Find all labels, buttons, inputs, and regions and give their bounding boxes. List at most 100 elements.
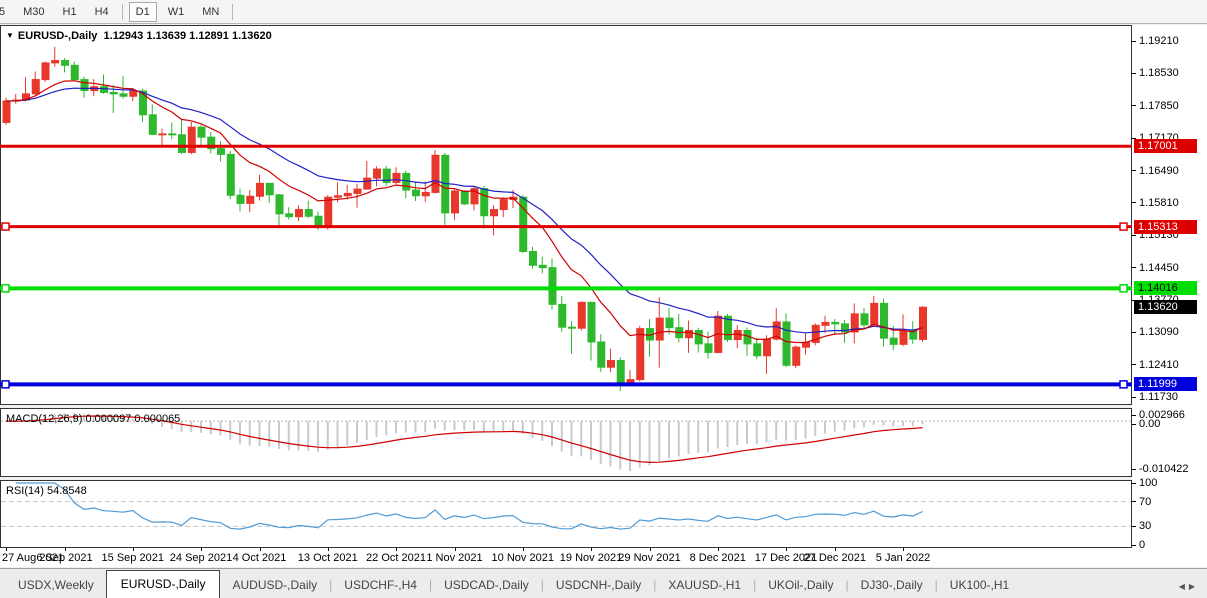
date-label: 1 Nov 2021 xyxy=(426,552,483,564)
date-label: 19 Nov 2021 xyxy=(559,552,623,564)
timeframe-button-w1[interactable]: W1 xyxy=(161,2,192,22)
price-axis-label: 1.19210 xyxy=(1139,35,1179,47)
hline-handle[interactable] xyxy=(1,222,10,231)
axis-tick xyxy=(1132,331,1136,333)
tab-usdcnh-daily[interactable]: USDCNH-,Daily xyxy=(544,573,653,598)
tab-ukoil-daily[interactable]: UKOil-,Daily xyxy=(756,573,845,598)
tab-usdchf-h4[interactable]: USDCHF-,H4 xyxy=(332,573,429,598)
axis-tick xyxy=(1132,468,1136,470)
chart-tab-bar: USDX,Weekly EURUSD-,Daily AUDUSD-,Daily | US… xyxy=(0,568,1207,598)
date-tick xyxy=(132,548,134,551)
timeframe-button-m30[interactable]: M30 xyxy=(16,2,51,22)
date-tick xyxy=(903,548,904,551)
price-axis-label: 1.18530 xyxy=(1139,67,1179,80)
tab-eurusd-daily[interactable]: EURUSD-,Daily xyxy=(105,570,221,598)
tab-scroll-arrows: ◀▶ xyxy=(1179,582,1199,591)
price-axis[interactable]: 1.19210 1.18530 1.17850 1.17170 1.16490 1.158… xyxy=(1132,25,1207,551)
price-axis-label: 1.12410 xyxy=(1139,358,1179,371)
timeframe-button-d1[interactable]: D1 xyxy=(128,1,157,22)
axis-tick xyxy=(1132,414,1136,416)
timeframe-button-h4[interactable]: H4 xyxy=(88,2,116,22)
date-label: 24 Sep 2021 xyxy=(169,552,233,564)
timeframe-button-h1[interactable]: H1 xyxy=(56,2,84,22)
rsi-canvas[interactable] xyxy=(0,480,1132,548)
price-axis-label: 1.17850 xyxy=(1139,99,1179,112)
date-tick xyxy=(64,548,66,551)
macd-axis-label: 0.00 xyxy=(1139,418,1161,430)
date-label: 8 Dec 2021 xyxy=(689,552,746,564)
hline-handle[interactable] xyxy=(1119,284,1128,293)
hline-handle[interactable] xyxy=(1,284,10,293)
tab-audusd-daily[interactable]: AUDUSD-,Daily xyxy=(220,573,329,598)
date-tick xyxy=(717,548,719,551)
hline-handle[interactable] xyxy=(1119,380,1128,389)
date-label: 4 Oct 2021 xyxy=(232,552,287,564)
price-axis-label: 1.13090 xyxy=(1139,326,1179,339)
price-badge: 1.11999 xyxy=(1134,377,1197,392)
axis-tick xyxy=(1132,501,1136,503)
timeframe-button-5[interactable]: 5 xyxy=(0,2,12,22)
rsi-line xyxy=(15,482,923,530)
date-tick xyxy=(591,548,592,551)
price-axis-label: 1.14450 xyxy=(1139,261,1179,274)
timeframe-button-mn[interactable]: MN xyxy=(195,2,226,22)
rsi-name: RSI(14) xyxy=(6,485,44,497)
date-label: 22 Oct 2021 xyxy=(366,552,426,564)
rsi-label: RSI(14) 54.8548 xyxy=(6,485,87,497)
date-tick xyxy=(649,548,651,551)
tab-scroll-left-icon[interactable]: ◀ xyxy=(1179,582,1189,591)
rsi-axis-label: 70 xyxy=(1139,495,1152,508)
tab-dj30-daily[interactable]: DJ30-,Daily xyxy=(849,573,935,598)
date-tick xyxy=(786,548,787,551)
axis-tick xyxy=(1132,105,1136,107)
date-tick xyxy=(834,548,836,551)
chart-title: ▼ EURUSD-,Daily 1.12943 1.13639 1.12891 1… xyxy=(6,30,272,42)
macd-label: MACD(12,26,9) 0.000097 0.000065 xyxy=(6,413,180,425)
axis-tick xyxy=(1132,72,1136,74)
price-badge: 1.15313 xyxy=(1134,219,1197,234)
tab-usdcad-daily[interactable]: USDCAD-,Daily xyxy=(432,573,541,598)
date-tick xyxy=(259,548,261,551)
price-axis-label: 1.16490 xyxy=(1139,164,1179,177)
candles xyxy=(2,46,927,391)
date-label: 5 Jan 2022 xyxy=(875,552,931,564)
date-label: 13 Oct 2021 xyxy=(297,552,358,564)
macd-panel[interactable]: MACD(12,26,9) 0.000097 0.000065 xyxy=(0,408,1132,477)
axis-tick xyxy=(1132,482,1136,484)
date-tick xyxy=(396,548,397,551)
rsi-panel[interactable]: RSI(14) 54.8548 xyxy=(0,480,1132,548)
date-axis[interactable]: 27 Aug 2021 6 Sep 2021 15 Sep 2021 24 Sep 2… xyxy=(0,548,1207,567)
toolbar-separator xyxy=(232,3,234,20)
tab-xauusd-h1[interactable]: XAUUSD-,H1 xyxy=(656,573,753,598)
rsi-value: 54.8548 xyxy=(46,485,87,497)
axis-tick xyxy=(1132,170,1136,172)
chart-ohlc-values: 1.12943 1.13639 1.12891 1.13620 xyxy=(103,30,272,42)
tab-usdx-weekly[interactable]: USDX,Weekly xyxy=(6,573,106,598)
date-tick xyxy=(6,548,7,551)
date-tick xyxy=(454,548,456,551)
price-axis-label: 1.11730 xyxy=(1139,391,1178,404)
macd-name: MACD(12,26,9) xyxy=(6,413,83,425)
main-chart-panel[interactable]: ▼ EURUSD-,Daily 1.12943 1.13639 1.12891 1… xyxy=(0,25,1132,405)
chart-symbol-label: EURUSD-,Daily xyxy=(17,30,98,42)
tab-scroll-right-icon[interactable]: ▶ xyxy=(1189,582,1199,591)
macd-values: 0.000097 0.000065 xyxy=(85,413,181,425)
axis-tick xyxy=(1132,202,1136,204)
axis-tick xyxy=(1132,267,1136,269)
date-tick xyxy=(522,548,524,551)
axis-tick xyxy=(1132,40,1136,42)
date-tick xyxy=(327,548,329,551)
axis-tick xyxy=(1132,525,1136,527)
axis-tick xyxy=(1132,423,1136,425)
rsi-axis-label: 100 xyxy=(1139,477,1158,489)
date-tick xyxy=(201,548,202,551)
axis-tick xyxy=(1132,544,1136,546)
main-chart-canvas[interactable] xyxy=(0,25,1132,405)
chevron-down-icon[interactable]: ▼ xyxy=(6,31,14,40)
tab-uk100-h1[interactable]: UK100-,H1 xyxy=(938,573,1021,598)
hline-handle[interactable] xyxy=(1119,222,1128,231)
ma-fast-line xyxy=(5,80,923,344)
axis-tick xyxy=(1132,234,1136,236)
hline-handle[interactable] xyxy=(1,380,10,389)
date-label: 29 Nov 2021 xyxy=(618,552,681,564)
